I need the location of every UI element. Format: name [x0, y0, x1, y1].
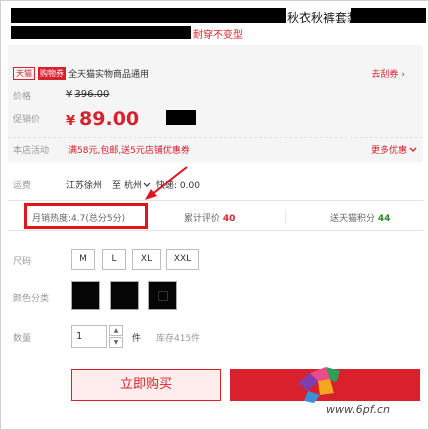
coupon-description: 全天猫实物商品通用 [68, 70, 150, 80]
divider [8, 137, 423, 138]
reviews-label: 累计评价 [184, 214, 221, 224]
quantity-label: 数量 [13, 334, 32, 344]
original-price-value: 396.00 [74, 89, 110, 100]
size-option-xl[interactable]: XL [132, 249, 161, 270]
coupon-badge: 购物券 [38, 67, 66, 80]
destination-city: 杭州 [124, 181, 143, 191]
reviews-stat[interactable]: 累计评价 40 [184, 211, 235, 224]
ship-to-word: 至 [112, 181, 122, 191]
sale-price-value: 89.00 [79, 108, 140, 130]
size-option-l[interactable]: L [102, 249, 126, 270]
currency-symbol: ¥ [66, 89, 73, 100]
points-count: 44 [377, 214, 391, 224]
color-swatch[interactable] [148, 281, 177, 310]
price-section: 天猫 购物券 全天猫实物商品通用 去刮券 › 价格 ¥396.00 促销价 ¥89… [8, 45, 423, 162]
redacted-block [166, 110, 196, 125]
points-label: 送天猫积分 [330, 214, 376, 224]
price-label: 价格 [13, 92, 32, 102]
chevron-down-icon [409, 147, 417, 152]
shipping-label: 运费 [13, 181, 32, 191]
product-title: 秋衣秋裤套装 [11, 8, 426, 25]
product-subtitle-text: 耐穿不变型 [193, 30, 243, 41]
buy-now-button[interactable]: 立即购买 [71, 369, 221, 401]
quantity-input[interactable]: 1 [71, 325, 107, 348]
get-coupon-label: 去刮券 [371, 70, 399, 80]
product-title-text: 秋衣秋裤套装 [287, 11, 360, 25]
color-swatch[interactable] [71, 281, 100, 310]
redacted-block [11, 26, 191, 39]
annotation-highlight-box [24, 203, 148, 229]
size-option-m[interactable]: M [71, 249, 95, 270]
divider [285, 210, 286, 223]
quantity-decrement-button[interactable]: ▼ [109, 337, 123, 348]
redacted-block [11, 8, 286, 23]
shipping-row: 运费 江苏徐州 至 杭州 快递: 0.00 [8, 176, 423, 191]
quantity-increment-button[interactable]: ▲ [109, 325, 123, 336]
tmall-badge: 天猫 [13, 67, 35, 80]
stock-count: 库存415件 [156, 334, 201, 344]
get-coupon-link[interactable]: 去刮券 › [371, 67, 405, 80]
original-price: ¥396.00 [66, 89, 109, 100]
watermark-url: www.6pf.cn [326, 403, 390, 416]
currency-symbol: ¥ [66, 114, 76, 129]
sale-price: ¥89.00 [66, 108, 139, 130]
annotation-arrow [145, 166, 188, 200]
chevron-right-icon: › [401, 70, 405, 80]
redacted-block [351, 8, 426, 23]
more-promotions-link[interactable]: 更多优惠 [371, 143, 417, 156]
quantity-unit: 件 [132, 334, 142, 344]
more-promotions-label: 更多优惠 [370, 146, 407, 156]
size-option-xxl[interactable]: XXL [166, 249, 199, 270]
color-swatch[interactable] [110, 281, 139, 310]
chevron-up-icon: ▲ [113, 327, 119, 334]
ship-from: 江苏徐州 [66, 181, 103, 191]
product-panel: 秋衣秋裤套装 耐穿不变型 天猫 购物券 全天猫实物商品通用 去刮券 › 价格 ¥3… [0, 0, 429, 430]
reviews-count: 40 [222, 214, 236, 224]
size-label: 尺码 [13, 257, 32, 267]
points-stat: 送天猫积分 44 [330, 211, 390, 224]
store-activity: 满58元,包邮,送5元店铺优惠券 [68, 146, 190, 156]
sale-price-label: 促销价 [13, 115, 41, 125]
swatch-thumbnail [158, 291, 168, 301]
watermark-text: 拍发网 [331, 377, 401, 402]
color-label: 颜色分类 [13, 294, 50, 304]
chevron-down-icon: ▼ [113, 339, 119, 346]
activity-label: 本店活动 [13, 146, 50, 156]
